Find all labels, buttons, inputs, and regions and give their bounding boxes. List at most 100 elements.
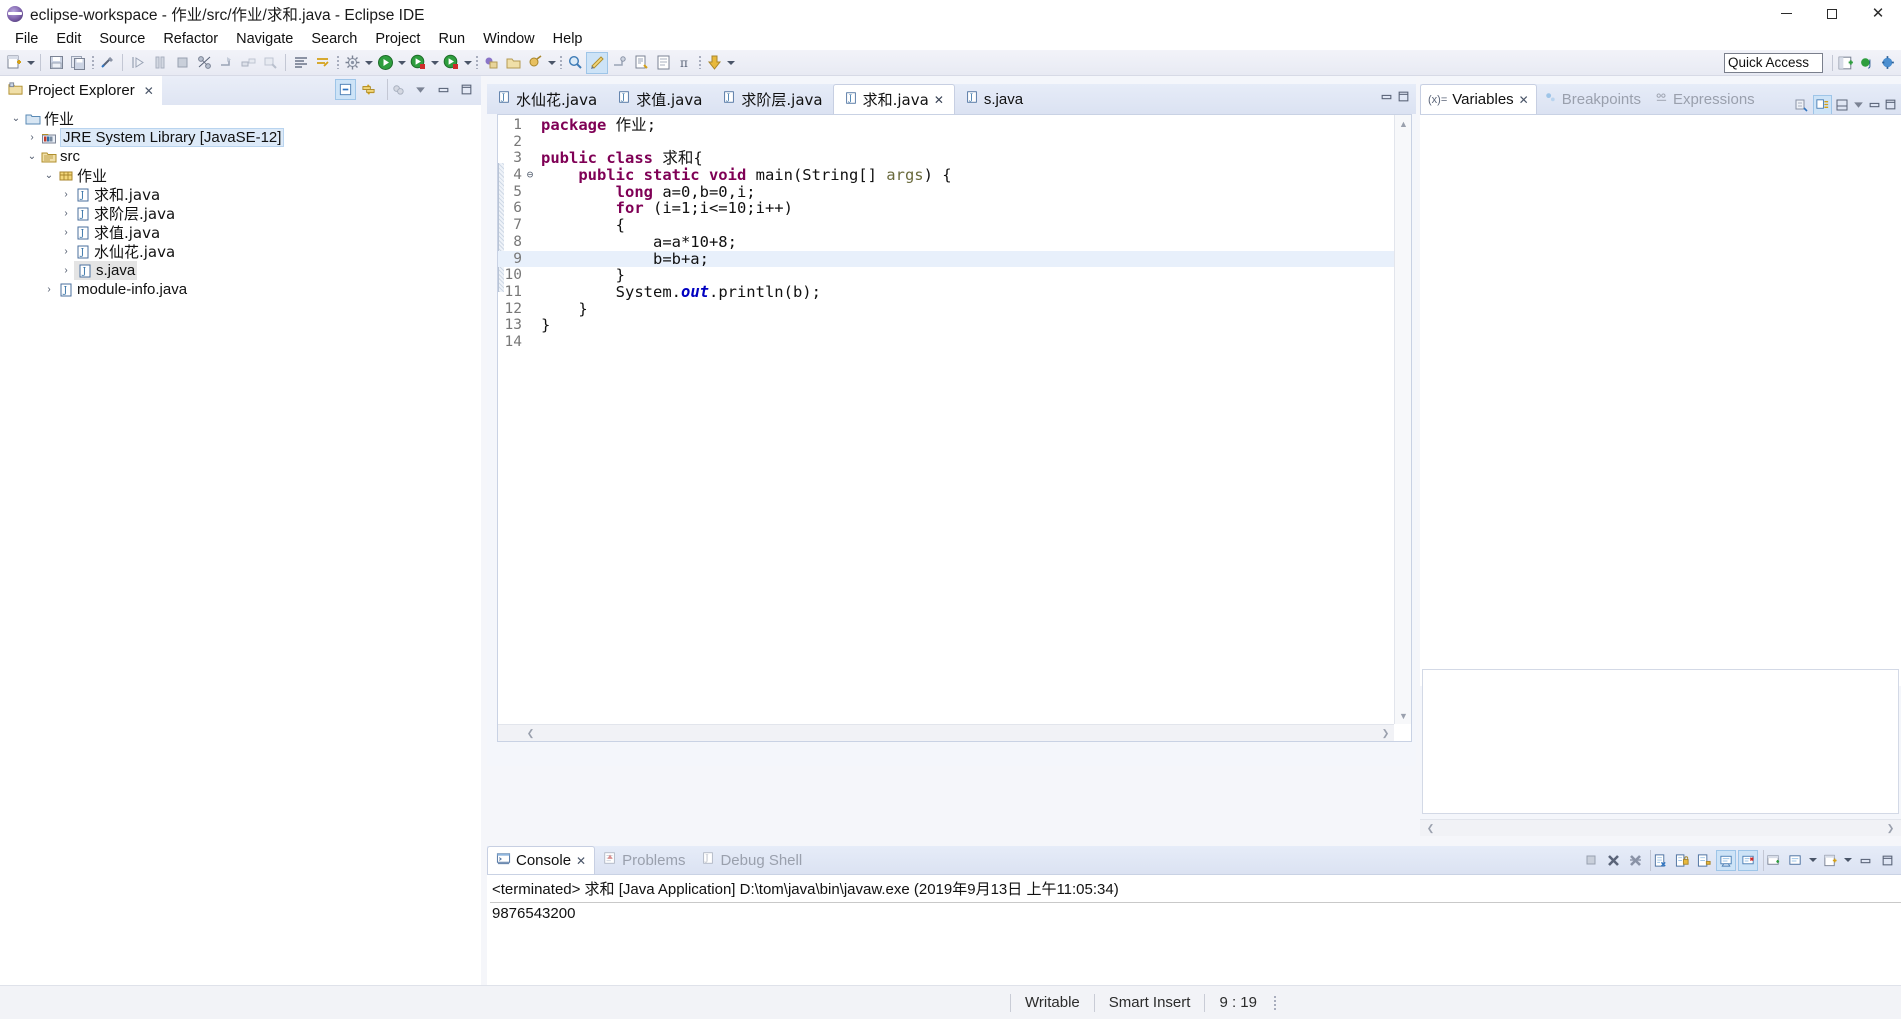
- save-all-icon[interactable]: [67, 52, 89, 74]
- coverage-icon[interactable]: [440, 52, 462, 74]
- code-line[interactable]: 14: [498, 334, 1394, 351]
- toolbar-drag-handle[interactable]: [696, 54, 703, 71]
- code-line[interactable]: 11 System.out.println(b);: [498, 284, 1394, 301]
- editor-tab-s[interactable]: J s.java: [955, 84, 1033, 114]
- scroll-left-icon[interactable]: ❮: [1422, 820, 1439, 837]
- editor-tab-qiuzhi[interactable]: J 求值.java: [607, 84, 712, 114]
- pin-console-icon[interactable]: [1763, 849, 1783, 871]
- code-line[interactable]: 6 for (i=1;i<=10;i++): [498, 200, 1394, 217]
- editor-vertical-scrollbar[interactable]: ▲ ▼: [1394, 115, 1411, 724]
- close-button[interactable]: ✕: [1855, 0, 1901, 27]
- annotations-icon[interactable]: [312, 52, 334, 74]
- remove-all-terminated-icon[interactable]: [259, 52, 281, 74]
- menu-navigate[interactable]: Navigate: [227, 29, 302, 49]
- scroll-right-icon[interactable]: ❯: [1377, 725, 1394, 741]
- step-return-icon[interactable]: [215, 52, 237, 74]
- search-icon[interactable]: [564, 52, 586, 74]
- minimize-icon[interactable]: [433, 79, 454, 100]
- code-line[interactable]: 12 }: [498, 300, 1394, 318]
- collapse-all-icon[interactable]: [335, 79, 356, 100]
- debug-perspective-icon[interactable]: [1877, 52, 1899, 74]
- tree-item-module-info[interactable]: › J module-info.java: [0, 280, 481, 299]
- pi-icon[interactable]: π: [674, 52, 696, 74]
- code-line[interactable]: 13 }: [498, 317, 1394, 334]
- external-tools-dropdown-icon[interactable]: [363, 52, 374, 74]
- code-line[interactable]: 7 {: [498, 217, 1394, 234]
- expand-arrow-icon[interactable]: ⌄: [41, 166, 57, 185]
- view-menu-extra-icon[interactable]: [387, 79, 408, 100]
- link-with-editor-icon[interactable]: [358, 79, 379, 100]
- tree-item-java-file[interactable]: › J 水仙花.java: [0, 242, 481, 261]
- scroll-up-icon[interactable]: ▲: [1395, 115, 1411, 132]
- toolbar-drag-handle[interactable]: [473, 54, 480, 71]
- menu-search[interactable]: Search: [302, 29, 366, 49]
- open-perspective-icon[interactable]: [1835, 52, 1857, 74]
- open-console-dropdown-icon[interactable]: [1842, 849, 1853, 871]
- minimize-icon[interactable]: [1380, 90, 1393, 108]
- code-line[interactable]: 2: [498, 134, 1394, 151]
- menu-help[interactable]: Help: [544, 29, 592, 49]
- clear-console-icon[interactable]: [1650, 849, 1670, 871]
- terminate-icon[interactable]: [171, 52, 193, 74]
- new-package-icon[interactable]: [502, 52, 524, 74]
- new-wizard-dropdown-icon[interactable]: [25, 52, 36, 74]
- status-resize-handle[interactable]: [1271, 994, 1279, 1012]
- variables-table[interactable]: [1420, 114, 1901, 686]
- coverage-dropdown-icon[interactable]: [462, 52, 473, 74]
- code-line[interactable]: 5 long a=0,b=0,i;: [498, 183, 1394, 201]
- show-console-on-error-icon[interactable]: [1738, 849, 1758, 871]
- save-icon[interactable]: [45, 52, 67, 74]
- toggle-mark-occurrences-icon[interactable]: [290, 52, 312, 74]
- menu-refactor[interactable]: Refactor: [154, 29, 227, 49]
- close-icon[interactable]: ✕: [576, 854, 586, 868]
- tree-item-src[interactable]: ⌄ src: [0, 147, 481, 166]
- tab-expressions[interactable]: Expressions: [1648, 84, 1762, 114]
- maximize-icon[interactable]: [1877, 850, 1897, 871]
- open-type-icon[interactable]: [586, 51, 608, 74]
- link-break-icon[interactable]: [96, 52, 118, 74]
- code-line[interactable]: 4 ⊖ public static void main(String[] arg…: [498, 167, 1394, 184]
- tree-item-java-file[interactable]: › J 求阶层.java: [0, 204, 481, 223]
- show-console-on-output-icon[interactable]: [1716, 849, 1736, 871]
- run-icon[interactable]: [374, 52, 396, 74]
- code-line[interactable]: 10 }: [498, 267, 1394, 284]
- expand-arrow-icon[interactable]: ⌄: [8, 109, 24, 128]
- code-line[interactable]: 3 public class 求和{: [498, 150, 1394, 167]
- tree-item-java-file[interactable]: › J 求值.java: [0, 223, 481, 242]
- editor-tab-qiuhe[interactable]: J 求和.java ✕: [832, 84, 955, 114]
- tree-item-java-file-selected[interactable]: › J s.java: [0, 261, 481, 280]
- code-line[interactable]: 1 package 作业;: [498, 117, 1394, 134]
- menu-window[interactable]: Window: [474, 29, 544, 49]
- new-java-project-icon[interactable]: [480, 52, 502, 74]
- open-console-icon[interactable]: [1820, 850, 1840, 871]
- maximize-icon[interactable]: [456, 79, 477, 100]
- remove-all-terminated-icon[interactable]: [1625, 850, 1645, 871]
- tab-project-explorer[interactable]: Project Explorer ✕: [0, 76, 162, 105]
- close-icon[interactable]: ✕: [144, 84, 154, 98]
- menu-file[interactable]: File: [6, 29, 47, 49]
- menu-edit[interactable]: Edit: [47, 29, 90, 49]
- close-icon[interactable]: ✕: [934, 93, 944, 107]
- variables-detail-pane[interactable]: [1422, 669, 1899, 814]
- display-console-dropdown-icon[interactable]: [1807, 849, 1818, 871]
- download-icon[interactable]: [703, 52, 725, 74]
- minimize-icon[interactable]: [1855, 850, 1875, 871]
- tree-item-project[interactable]: ⌄ 作业: [0, 109, 481, 128]
- tab-debug-shell[interactable]: J Debug Shell: [693, 846, 810, 874]
- skip-breakpoints-icon[interactable]: [193, 52, 215, 74]
- menu-source[interactable]: Source: [90, 29, 154, 49]
- menu-run[interactable]: Run: [429, 29, 474, 49]
- scroll-down-icon[interactable]: ▼: [1395, 707, 1411, 724]
- expand-arrow-icon[interactable]: ⌄: [24, 147, 40, 166]
- editor-tab-shuixianhua[interactable]: J 水仙花.java: [487, 84, 607, 114]
- step-over-icon[interactable]: [149, 52, 171, 74]
- new-class-icon[interactable]: [524, 52, 546, 74]
- remove-launch-icon[interactable]: [1603, 850, 1623, 871]
- word-wrap-icon[interactable]: [1694, 850, 1714, 871]
- code-lines[interactable]: 1 package 作业; 2 3 public class 求和{4 ⊖ p…: [498, 117, 1394, 724]
- expand-arrow-icon[interactable]: ›: [58, 185, 74, 204]
- tree-item-package[interactable]: ⌄ 作业: [0, 166, 481, 185]
- toolbar-drag-handle[interactable]: [334, 54, 341, 71]
- run-dropdown-icon[interactable]: [396, 52, 407, 74]
- tab-variables[interactable]: (x)= Variables ✕: [1420, 84, 1537, 114]
